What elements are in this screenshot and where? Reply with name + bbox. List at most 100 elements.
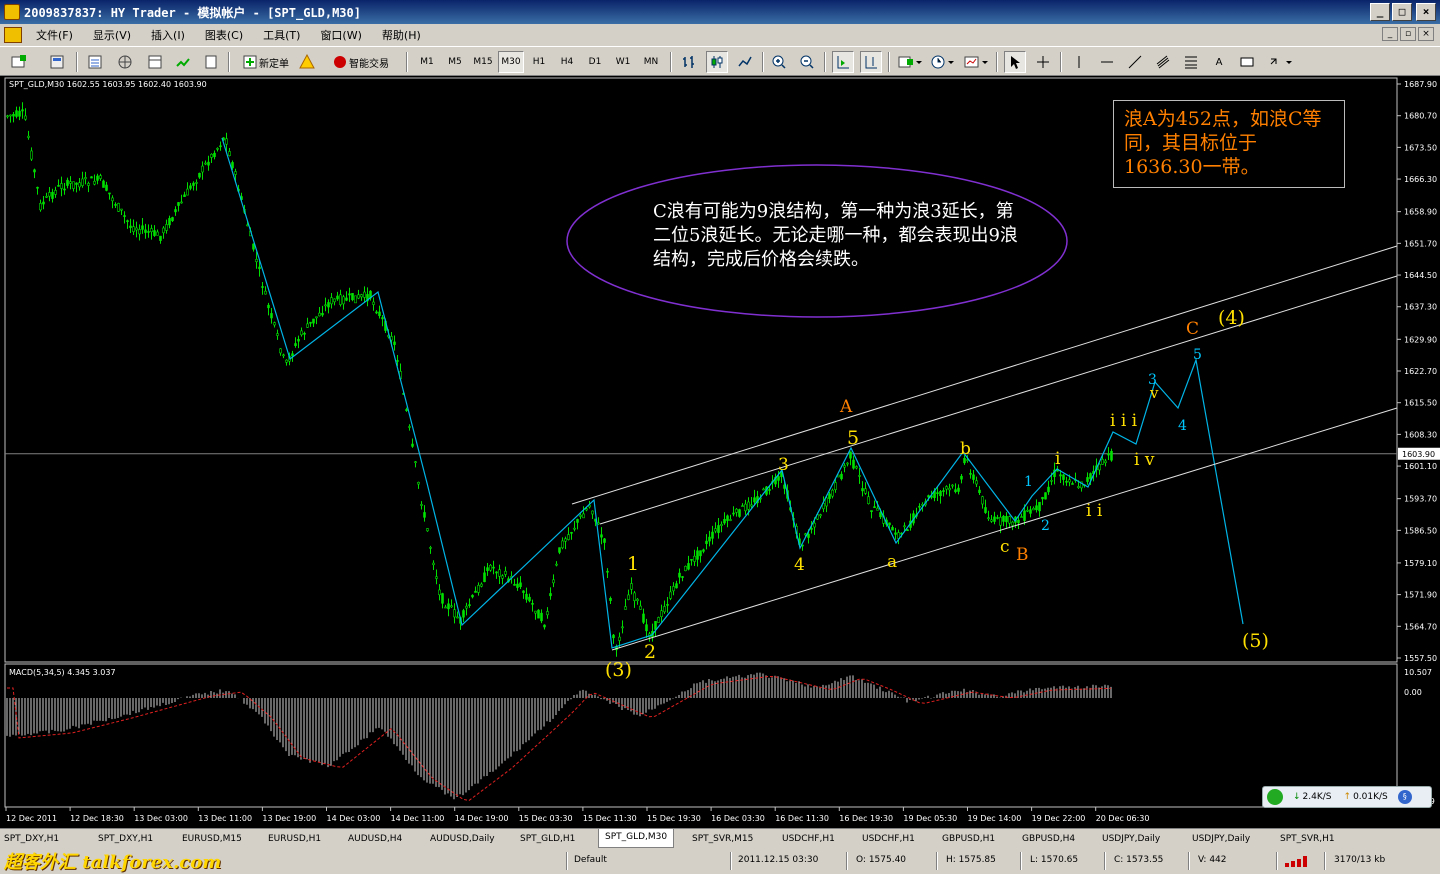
tf-h1-button[interactable]: H1 [526, 51, 552, 73]
price-tick-label: 1622.70 [1404, 367, 1437, 376]
new-order-button[interactable]: 新定单 [236, 51, 296, 73]
indicators-icon[interactable] [896, 51, 924, 73]
tab-usdchf-h1[interactable]: USDCHF,H1 [782, 831, 835, 847]
text-label-icon[interactable] [1236, 51, 1258, 73]
trendline-icon[interactable] [1124, 51, 1146, 73]
tab-gbpusd-h1[interactable]: GBPUSD,H1 [942, 831, 995, 847]
candle-body [831, 489, 834, 497]
candle-body [828, 493, 831, 499]
mdi-close-button[interactable]: × [1418, 27, 1434, 41]
cursor-icon[interactable] [1004, 51, 1026, 73]
candle-body [33, 169, 36, 173]
tab-spt-svr-m15[interactable]: SPT_SVR,M15 [692, 831, 753, 847]
tab-audusd-daily[interactable]: AUDUSD,Daily [430, 831, 495, 847]
mdi-restore-button[interactable]: ▫ [1400, 27, 1416, 41]
line-chart-icon[interactable] [734, 51, 756, 73]
tab-spt-svr-h1[interactable]: SPT_SVR,H1 [1280, 831, 1335, 847]
history-icon[interactable] [200, 51, 222, 73]
horizontal-line-icon[interactable] [1096, 51, 1118, 73]
tf-h4-button[interactable]: H4 [554, 51, 580, 73]
tab-usdjpy-daily[interactable]: USDJPY,Daily [1102, 831, 1160, 847]
candle-body [465, 605, 468, 609]
menu-insert[interactable]: 插入(I) [141, 27, 195, 43]
terminal-icon[interactable] [144, 51, 166, 73]
tab-spt-dxy-h1[interactable]: SPT_DXY,H1 [4, 831, 59, 847]
candle-body [1026, 509, 1029, 512]
zoom-in-icon[interactable] [768, 51, 790, 73]
mdi-minimize-button[interactable]: _ [1382, 27, 1398, 41]
tab-eurusd-m15[interactable]: EURUSD,M15 [182, 831, 242, 847]
close-button[interactable]: × [1416, 3, 1436, 21]
menu-tools[interactable]: 工具(T) [253, 27, 310, 43]
wave-label-w5s: 5 [847, 427, 859, 449]
tab-spt-dxy-h1-2[interactable]: SPT_DXY,H1 [98, 831, 153, 847]
candlestick-icon[interactable] [706, 51, 728, 73]
tab-usdchf-h1-2[interactable]: USDCHF,H1 [862, 831, 915, 847]
minimize-button[interactable]: _ [1370, 3, 1390, 21]
tf-d1-button[interactable]: D1 [582, 51, 608, 73]
channel-icon[interactable] [1152, 51, 1174, 73]
crosshair-icon[interactable] [1032, 51, 1054, 73]
candle-body [111, 197, 114, 202]
bar-chart-icon[interactable] [678, 51, 700, 73]
tab-gbpusd-h4[interactable]: GBPUSD,H4 [1022, 831, 1075, 847]
strategy-tester-icon[interactable] [172, 51, 194, 73]
menu-file[interactable]: 文件(F) [26, 27, 83, 43]
chart-window[interactable]: 1687.90 1680.70 1673.50 1666.30 1658.90 1651.… [0, 76, 1440, 828]
tab-spt-gld-m30[interactable]: SPT_GLD,M30 [598, 829, 675, 848]
menu-chart[interactable]: 图表(C) [195, 27, 253, 43]
channel-upper-line [571, 245, 1398, 505]
candle-body [711, 531, 714, 539]
menu-help[interactable]: 帮助(H) [372, 27, 431, 43]
text-tool-icon[interactable]: A [1208, 51, 1230, 73]
candle-body [873, 506, 876, 509]
candle-body [255, 259, 258, 263]
candle-body [852, 459, 855, 469]
tab-eurusd-h1[interactable]: EURUSD,H1 [268, 831, 321, 847]
navigator-icon[interactable] [114, 51, 136, 73]
candle-body [984, 507, 987, 513]
candle-body [525, 593, 528, 600]
candle-body [600, 534, 603, 538]
tf-w1-button[interactable]: W1 [610, 51, 636, 73]
tf-m1-button[interactable]: M1 [414, 51, 440, 73]
arrows-icon[interactable] [1266, 51, 1296, 73]
tab-spt-gld-h1[interactable]: SPT_GLD,H1 [520, 831, 575, 847]
menu-view[interactable]: 显示(V) [83, 27, 141, 43]
candle-body [906, 529, 909, 532]
candle-body [714, 528, 717, 532]
speed-settings-icon[interactable]: § [1397, 790, 1412, 804]
candle-body [462, 610, 465, 618]
tab-audusd-h4[interactable]: AUDUSD,H4 [348, 831, 402, 847]
candle-body [309, 321, 312, 324]
profiles-icon[interactable] [46, 51, 68, 73]
candle-body [90, 176, 93, 179]
new-chart-icon[interactable] [8, 51, 30, 73]
candle-body [999, 516, 1002, 526]
menu-window[interactable]: 窗口(W) [310, 27, 371, 43]
expert-advisors-button[interactable]: 智能交易 [324, 51, 398, 73]
candle-body [99, 175, 102, 179]
tab-usdjpy-daily-2[interactable]: USDJPY,Daily [1192, 831, 1250, 847]
tf-mn-button[interactable]: MN [638, 51, 664, 73]
candle-body [324, 304, 327, 307]
zoom-out-icon[interactable] [796, 51, 818, 73]
auto-scroll-icon[interactable] [832, 51, 854, 73]
fibonacci-icon[interactable] [1180, 51, 1202, 73]
market-watch-icon[interactable] [84, 51, 106, 73]
candle-body [1062, 474, 1065, 480]
tf-m5-button[interactable]: M5 [442, 51, 468, 73]
tf-m30-button[interactable]: M30 [498, 51, 524, 73]
tf-m15-button[interactable]: M15 [470, 51, 496, 73]
chart-canvas[interactable]: 1687.90 1680.70 1673.50 1666.30 1658.90 1651.… [0, 76, 1440, 828]
periods-icon[interactable] [928, 51, 956, 73]
candle-body [1101, 459, 1104, 465]
candle-body [123, 215, 126, 217]
status-open: O: 1575.40 [856, 855, 907, 865]
templates-icon[interactable] [962, 51, 990, 73]
chart-shift-icon[interactable] [860, 51, 882, 73]
alert-icon[interactable] [296, 51, 318, 73]
maximize-button[interactable]: □ [1392, 3, 1412, 21]
vertical-line-icon[interactable] [1068, 51, 1090, 73]
candle-body [258, 266, 261, 269]
